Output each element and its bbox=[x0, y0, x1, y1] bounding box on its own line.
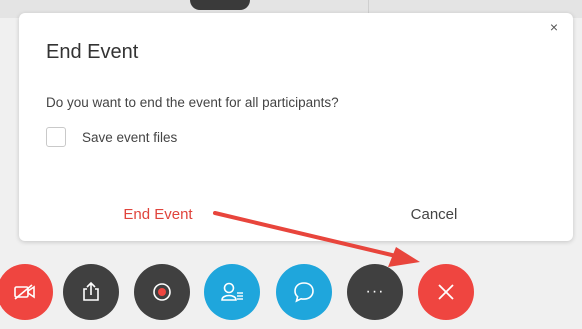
dialog-title: End Event bbox=[46, 41, 139, 63]
share-icon bbox=[83, 281, 99, 301]
record-icon bbox=[153, 283, 171, 301]
background-shape bbox=[190, 0, 250, 10]
close-button[interactable]: × bbox=[545, 18, 563, 36]
chat-icon bbox=[294, 282, 314, 303]
save-event-files-option[interactable]: Save event files bbox=[46, 127, 177, 147]
cancel-button[interactable]: Cancel bbox=[345, 199, 523, 229]
dialog-question: Do you want to end the event for all par… bbox=[46, 95, 339, 110]
video-off-icon bbox=[14, 284, 35, 300]
share-button[interactable] bbox=[63, 264, 119, 320]
meeting-toolbar: ··· bbox=[0, 260, 582, 329]
video-toggle-button[interactable] bbox=[0, 264, 53, 320]
close-icon: × bbox=[549, 19, 559, 35]
end-event-button[interactable]: End Event bbox=[69, 199, 247, 229]
end-event-dialog: × End Event Do you want to end the event… bbox=[19, 13, 573, 241]
more-icon: ··· bbox=[365, 283, 385, 300]
participants-icon bbox=[221, 282, 243, 301]
chat-button[interactable] bbox=[276, 264, 332, 320]
end-event-toolbar-button[interactable] bbox=[418, 264, 474, 320]
save-event-files-label: Save event files bbox=[82, 129, 178, 145]
record-button[interactable] bbox=[134, 264, 190, 320]
save-event-files-checkbox[interactable] bbox=[46, 127, 66, 147]
more-options-button[interactable]: ··· bbox=[347, 264, 403, 320]
participants-button[interactable] bbox=[204, 264, 260, 320]
end-event-icon bbox=[438, 284, 454, 300]
